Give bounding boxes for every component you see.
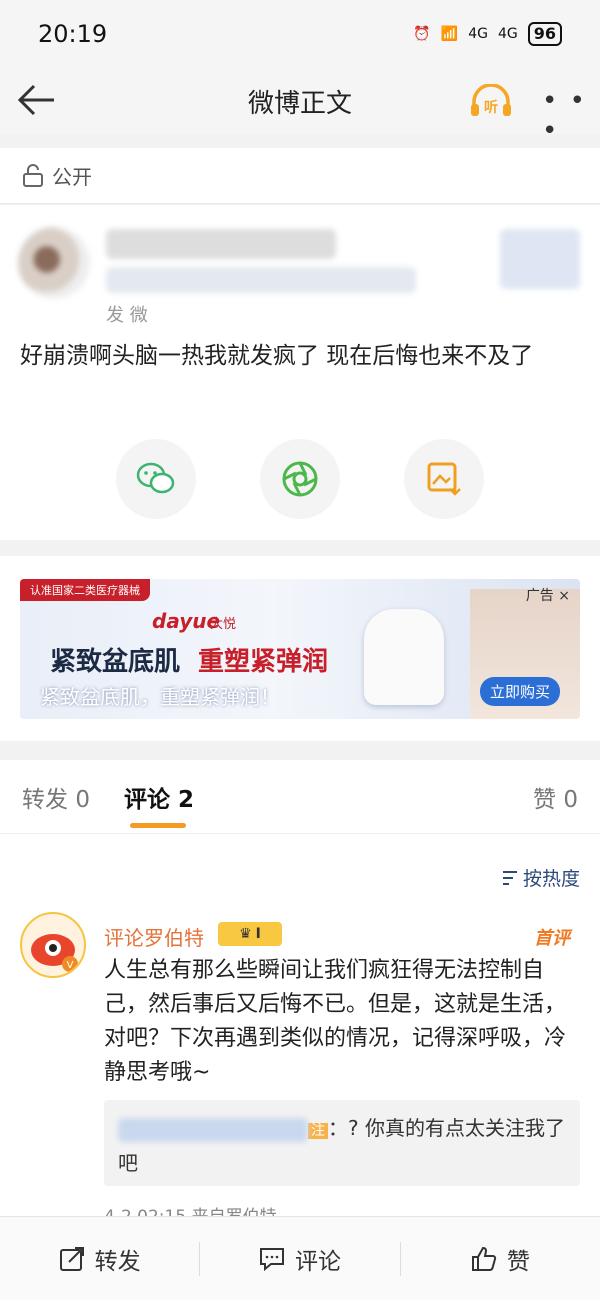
bottom-comment-button[interactable]: 评论 xyxy=(200,1242,399,1276)
svg-text:V: V xyxy=(67,960,74,971)
wifi-icon: 📶 xyxy=(440,26,459,42)
tab-comment[interactable]: 评论 2 xyxy=(123,780,194,828)
share-wechat-button[interactable] xyxy=(116,439,196,519)
back-arrow-icon[interactable] xyxy=(14,80,58,120)
vip-badge: ♛ I xyxy=(218,922,282,946)
crown-icon: ♛ xyxy=(239,926,252,942)
bottom-like-button[interactable]: 赞 xyxy=(401,1242,600,1276)
commenter-avatar[interactable]: V xyxy=(20,912,86,978)
save-image-button[interactable] xyxy=(404,439,484,519)
status-time: 20:19 xyxy=(38,20,108,48)
ad-label-text: 广告 xyxy=(525,588,554,604)
bottom-repost-label: 转发 xyxy=(94,1248,141,1275)
ad-close-icon[interactable]: × xyxy=(558,588,570,604)
author-avatar[interactable] xyxy=(18,227,90,299)
post-source: 发 微 xyxy=(106,305,148,326)
bottom-comment-label: 评论 xyxy=(294,1248,341,1275)
blurred-user-info xyxy=(106,267,416,293)
ad-headline-b: 重塑紧弹润 xyxy=(198,647,329,677)
ad-card: 认准国家二类医疗器械 dayue 大悦 紧致盆底肌 重塑紧弹润 紧致盆底肌，重塑… xyxy=(0,556,600,741)
post-text: 好崩溃啊头脑一热我就发疯了 现在后悔也来不及了 xyxy=(20,343,534,369)
tab-repost[interactable]: 转发 0 xyxy=(22,780,90,814)
tab-comment-count: 2 xyxy=(177,786,194,813)
blurred-follow-area xyxy=(500,229,580,289)
network-label-1: 4G xyxy=(468,26,488,42)
ad-product-image xyxy=(364,609,444,705)
tab-like-label: 赞 xyxy=(533,786,557,813)
sort-icon xyxy=(502,870,517,885)
top-nav: 微博正文 听 • • • xyxy=(0,68,600,146)
moments-aperture-icon xyxy=(282,461,318,497)
unlock-icon xyxy=(23,163,43,187)
weibo-eye-mascot-icon: V xyxy=(31,934,78,972)
first-comment-badge: 首评 xyxy=(534,928,570,949)
blurred-username[interactable] xyxy=(106,229,336,259)
tab-like-count: 0 xyxy=(563,786,578,813)
alarm-icon: ⏰ xyxy=(413,26,431,42)
vip-level: I xyxy=(255,926,261,942)
bottom-action-bar: 转发 评论 赞 xyxy=(0,1216,600,1300)
share-moments-button[interactable] xyxy=(260,439,340,519)
tab-repost-label: 转发 xyxy=(22,786,68,813)
sort-label: 按热度 xyxy=(522,868,580,890)
bottom-repost-button[interactable]: 转发 xyxy=(0,1242,199,1276)
image-download-icon xyxy=(427,462,461,496)
listen-label: 听 xyxy=(484,99,498,116)
ad-brand-cn: 大悦 xyxy=(210,617,237,632)
tab-comment-label: 评论 xyxy=(123,786,170,813)
ad-headline-a: 紧致盆底肌 xyxy=(50,647,181,677)
status-bar: 20:19 ⏰ 📶 4G 4G 96 xyxy=(0,0,600,68)
post-card: 发 微 好崩溃啊头脑一热我就发疯了 现在后悔也来不及了 xyxy=(0,205,600,540)
comment-text: 人生总有那么些瞬间让我们疯狂得无法控制自己，然后事后又后悔不已。但是，这就是生活… xyxy=(104,958,567,1085)
wechat-icon xyxy=(136,462,175,494)
page-title: 微博正文 xyxy=(247,88,352,119)
thumbs-up-icon xyxy=(471,1246,496,1271)
ad-buy-button[interactable]: 立即购买 xyxy=(480,677,561,706)
reply-preview[interactable]: 注：? 你真的有点太关注我了吧 xyxy=(104,1100,580,1186)
comment-icon xyxy=(259,1247,284,1271)
comment-section: 按热度 V 评论罗伯特 ♛ I 首评 人生总有那么些瞬间让我们疯狂得无法控制自己，… xyxy=(0,834,600,1227)
ad-subline: 紧致盆底肌，重塑紧弹润！ xyxy=(40,685,280,709)
status-icons: ⏰ 📶 4G 4G 96 xyxy=(413,22,562,46)
more-options-icon[interactable]: • • • xyxy=(542,86,600,146)
sort-by-hot-button[interactable]: 按热度 xyxy=(501,864,580,891)
network-label-2: 4G xyxy=(497,26,518,42)
interaction-tabs: 转发 0 评论 2 赞 0 xyxy=(0,760,600,834)
tab-like[interactable]: 赞 0 xyxy=(533,780,578,814)
ad-banner[interactable]: 认准国家二类医疗器械 dayue 大悦 紧致盆底肌 重塑紧弹润 紧致盆底肌，重塑… xyxy=(20,579,580,719)
visibility-label: 公开 xyxy=(52,165,92,189)
repost-icon xyxy=(59,1246,84,1271)
tab-repost-count: 0 xyxy=(75,786,90,813)
battery-indicator: 96 xyxy=(527,22,562,46)
blurred-reply-user xyxy=(118,1117,308,1142)
visibility-row: 公开 xyxy=(0,148,600,204)
ad-top-tag: 认准国家二类医疗器械 xyxy=(20,579,150,601)
commenter-name[interactable]: 评论罗伯特 xyxy=(104,922,204,951)
bottom-like-label: 赞 xyxy=(506,1248,530,1275)
ad-label: 广告 × xyxy=(526,585,570,605)
reply-user-tag: 注 xyxy=(308,1123,328,1139)
headphones-listen-icon[interactable]: 听 xyxy=(468,84,514,118)
